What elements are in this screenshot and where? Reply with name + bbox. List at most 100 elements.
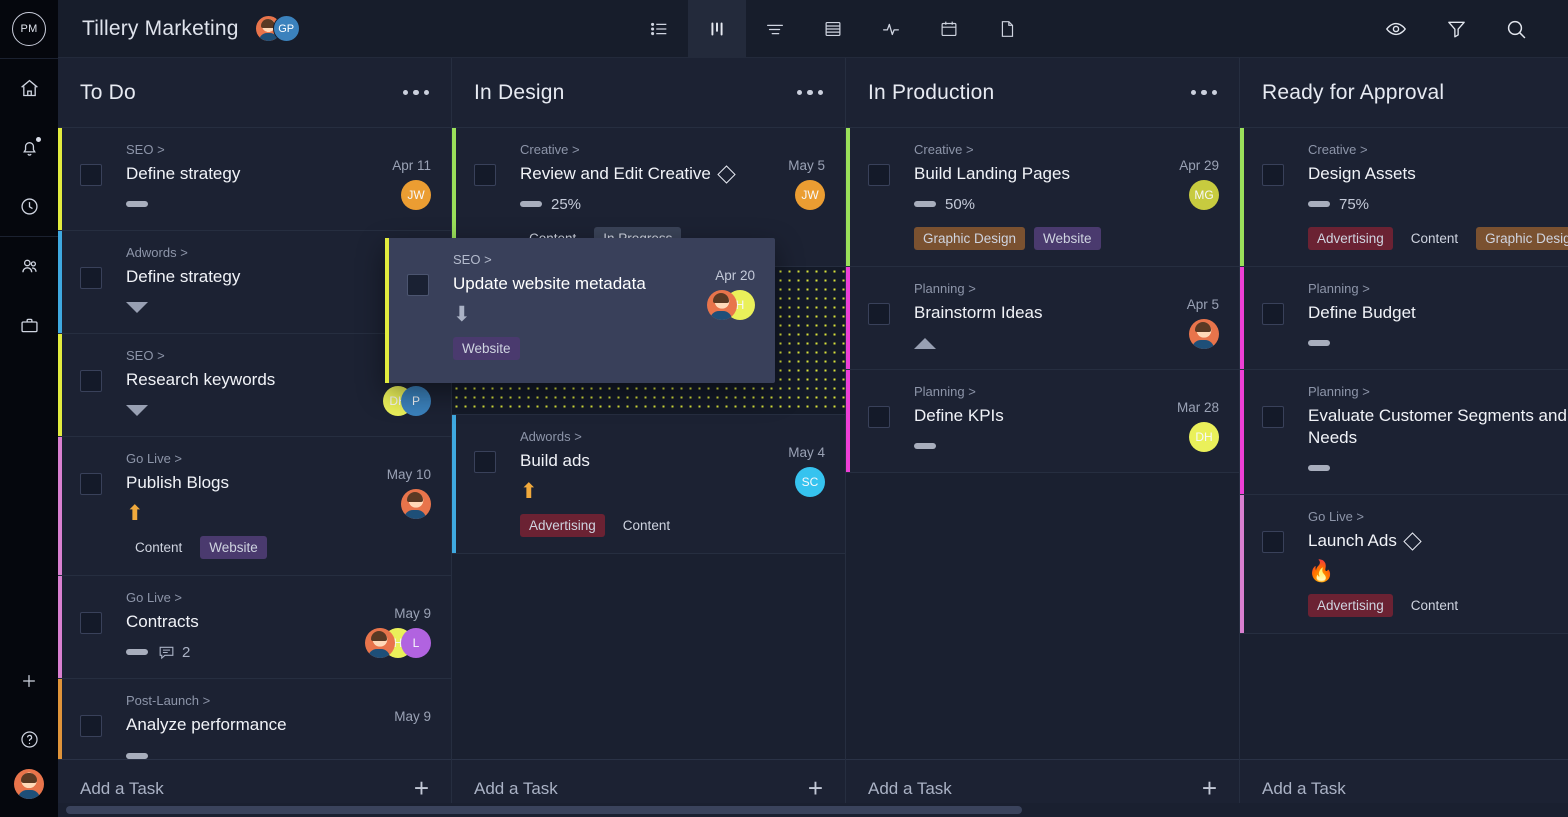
avatar[interactable]: SC bbox=[795, 467, 825, 497]
task-checkbox[interactable] bbox=[474, 164, 496, 186]
assignee-avatars[interactable]: DHP bbox=[383, 386, 431, 416]
tag[interactable]: Advertising bbox=[1308, 594, 1393, 617]
tab-gantt-view[interactable] bbox=[746, 0, 804, 58]
card-breadcrumb[interactable]: SEO > bbox=[80, 348, 429, 363]
task-card[interactable]: Creative >Build Landing Pages50%Graphic … bbox=[846, 128, 1239, 267]
avatar[interactable]: MG bbox=[1189, 180, 1219, 210]
tab-list-view[interactable] bbox=[630, 0, 688, 58]
task-card[interactable]: Go Live >Contracts2May 9HL bbox=[58, 576, 451, 679]
tab-table-view[interactable] bbox=[804, 0, 862, 58]
comment-count[interactable]: 2 bbox=[157, 643, 190, 662]
card-breadcrumb[interactable]: Adwords > bbox=[474, 429, 823, 444]
card-breadcrumb[interactable]: Post-Launch > bbox=[80, 693, 429, 708]
avatar[interactable] bbox=[1189, 319, 1219, 349]
tab-board-view[interactable] bbox=[688, 0, 746, 58]
tag[interactable]: Content bbox=[1402, 227, 1467, 250]
task-card[interactable]: Planning >Brainstorm IdeasApr 5 bbox=[846, 267, 1239, 370]
assignee-avatars[interactable]: JW bbox=[795, 180, 825, 210]
sidebar-item-notifications[interactable] bbox=[0, 118, 58, 177]
sidebar-item-portfolio[interactable] bbox=[0, 296, 58, 355]
tab-files-view[interactable] bbox=[978, 0, 1036, 58]
user-avatar[interactable] bbox=[14, 769, 44, 799]
card-breadcrumb[interactable]: Creative > bbox=[868, 142, 1217, 157]
card-breadcrumb[interactable]: Creative > bbox=[1262, 142, 1568, 157]
task-checkbox[interactable] bbox=[868, 303, 890, 325]
task-card[interactable]: Planning >Define KPIsMar 28DH bbox=[846, 370, 1239, 473]
avatar[interactable]: GP bbox=[273, 15, 300, 42]
column-menu-button[interactable] bbox=[797, 90, 824, 96]
assignee-avatars[interactable]: MG bbox=[1189, 180, 1219, 210]
assignee-avatars[interactable]: JW bbox=[401, 180, 431, 210]
task-checkbox[interactable] bbox=[80, 370, 102, 392]
tag[interactable]: Website bbox=[200, 536, 267, 559]
column-menu-button[interactable] bbox=[403, 90, 430, 96]
tag[interactable]: Advertising bbox=[520, 514, 605, 537]
avatar[interactable]: JW bbox=[795, 180, 825, 210]
task-card[interactable]: Planning >Define Budget bbox=[1240, 267, 1568, 370]
sidebar-item-add[interactable] bbox=[0, 651, 58, 710]
task-card[interactable]: SEO >Define strategyApr 11JW bbox=[58, 128, 451, 231]
task-checkbox[interactable] bbox=[868, 406, 890, 428]
assignee-avatars[interactable] bbox=[1189, 319, 1219, 349]
column-menu-button[interactable] bbox=[1191, 90, 1218, 96]
task-card[interactable]: Post-Launch >Analyze performanceMay 9 bbox=[58, 679, 451, 759]
tag[interactable]: Content bbox=[1402, 594, 1467, 617]
card-breadcrumb[interactable]: Planning > bbox=[868, 384, 1217, 399]
card-breadcrumb[interactable]: Go Live > bbox=[80, 451, 429, 466]
avatar[interactable]: L bbox=[401, 628, 431, 658]
card-breadcrumb[interactable]: Planning > bbox=[1262, 281, 1568, 296]
tag[interactable]: Graphic Design bbox=[914, 227, 1025, 250]
dragged-card[interactable]: SEO >Update website metadata⬇WebsiteApr … bbox=[385, 238, 775, 383]
avatar[interactable]: JW bbox=[401, 180, 431, 210]
task-card[interactable]: Adwords >Build ads⬆AdvertisingContentMay… bbox=[452, 415, 845, 554]
tag[interactable]: Advertising bbox=[1308, 227, 1393, 250]
sidebar-item-people[interactable] bbox=[0, 237, 58, 296]
card-breadcrumb[interactable]: Planning > bbox=[868, 281, 1217, 296]
assignee-avatars[interactable]: H bbox=[707, 290, 755, 320]
task-checkbox[interactable] bbox=[80, 715, 102, 737]
sidebar-item-home[interactable] bbox=[0, 59, 58, 118]
plus-icon[interactable]: + bbox=[1202, 778, 1217, 799]
horizontal-scrollbar[interactable] bbox=[58, 803, 1568, 817]
task-card[interactable]: Creative >Design Assets75%AdvertisingCon… bbox=[1240, 128, 1568, 267]
filter-icon[interactable] bbox=[1426, 0, 1486, 58]
sidebar-item-help[interactable] bbox=[0, 710, 58, 769]
app-logo[interactable]: PM bbox=[0, 0, 58, 58]
task-card[interactable]: Go Live >Publish Blogs⬆ContentWebsiteMay… bbox=[58, 437, 451, 576]
tab-calendar-view[interactable] bbox=[920, 0, 978, 58]
card-breadcrumb[interactable]: SEO > bbox=[80, 142, 429, 157]
assignee-avatars[interactable] bbox=[401, 489, 431, 519]
eye-icon[interactable] bbox=[1366, 0, 1426, 58]
search-icon[interactable] bbox=[1486, 0, 1546, 58]
card-breadcrumb[interactable]: Adwords > bbox=[80, 245, 429, 260]
task-checkbox[interactable] bbox=[868, 164, 890, 186]
plus-icon[interactable]: + bbox=[808, 778, 823, 799]
task-checkbox[interactable] bbox=[1262, 531, 1284, 553]
project-members[interactable]: GP bbox=[255, 15, 300, 42]
tag[interactable]: Content bbox=[614, 514, 679, 537]
tag[interactable]: Website bbox=[453, 337, 520, 360]
tag[interactable]: Graphic Design bbox=[1476, 227, 1568, 250]
sidebar-item-time[interactable] bbox=[0, 177, 58, 236]
task-checkbox[interactable] bbox=[80, 473, 102, 495]
task-checkbox[interactable] bbox=[1262, 303, 1284, 325]
assignee-avatars[interactable]: SC bbox=[795, 467, 825, 497]
task-checkbox[interactable] bbox=[80, 612, 102, 634]
avatar[interactable] bbox=[707, 290, 737, 320]
task-checkbox[interactable] bbox=[1262, 406, 1284, 428]
tag[interactable]: Content bbox=[126, 536, 191, 559]
card-breadcrumb[interactable]: Go Live > bbox=[80, 590, 429, 605]
assignee-avatars[interactable]: DH bbox=[1189, 422, 1219, 452]
task-checkbox[interactable] bbox=[80, 164, 102, 186]
scrollbar-thumb[interactable] bbox=[66, 806, 1022, 814]
plus-icon[interactable]: + bbox=[414, 778, 429, 799]
avatar[interactable]: DH bbox=[1189, 422, 1219, 452]
task-checkbox[interactable] bbox=[474, 451, 496, 473]
card-breadcrumb[interactable]: Go Live > bbox=[1262, 509, 1568, 524]
card-breadcrumb[interactable]: Creative > bbox=[474, 142, 823, 157]
tag[interactable]: Website bbox=[1034, 227, 1101, 250]
task-checkbox[interactable] bbox=[80, 267, 102, 289]
tab-activity-view[interactable] bbox=[862, 0, 920, 58]
avatar[interactable]: P bbox=[401, 386, 431, 416]
task-checkbox[interactable] bbox=[407, 274, 429, 296]
